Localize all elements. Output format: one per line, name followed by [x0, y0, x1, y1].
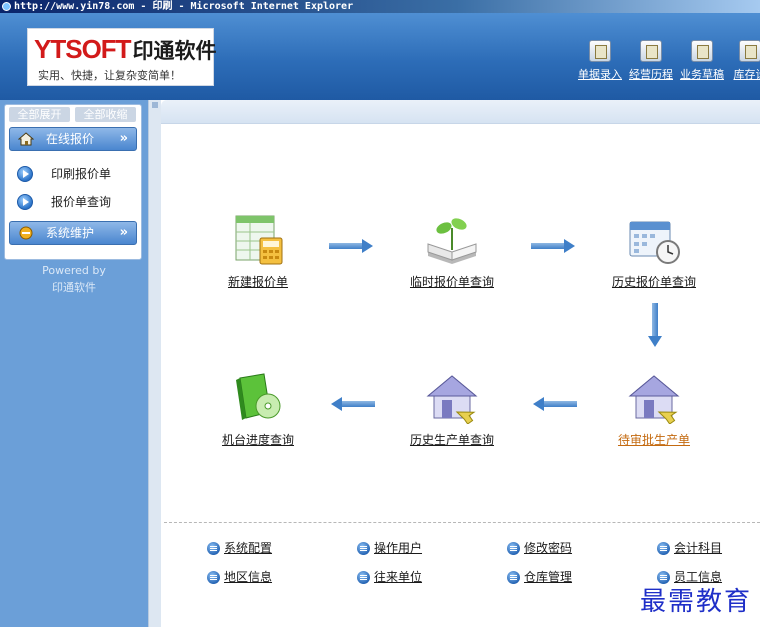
arrow-right-icon — [531, 239, 575, 253]
quick-link-region-info[interactable]: 地区信息 — [207, 568, 272, 586]
flow-node-label[interactable]: 历史生产单查询 — [410, 431, 494, 448]
app-header: YTSOFT印通软件 实用、快捷，让复杂变简单！ 单据录入 经营历程 业务草稿 … — [0, 13, 760, 100]
sidebar-group-system-maintenance[interactable]: 系统维护 » — [9, 221, 137, 245]
quick-link-operators[interactable]: 操作用户 — [357, 539, 422, 557]
toolbar-business-history[interactable]: 经营历程 — [627, 40, 675, 82]
flow-node-machine-progress[interactable]: 机台进度查询 — [203, 372, 313, 448]
chevron-right-icon: » — [119, 225, 128, 240]
toolbar-document-entry[interactable]: 单据录入 — [576, 40, 624, 82]
quick-link-change-password[interactable]: 修改密码 — [507, 539, 572, 557]
main-content: 新建报价单 临时报价单查询 历史报价单查询 待审批生产单 历史生产单查询 机台进… — [161, 100, 760, 627]
arrow-down-icon — [648, 303, 662, 347]
spreadsheet-calculator-icon — [235, 215, 283, 265]
toolbar-label[interactable]: 单据录入 — [576, 66, 624, 82]
quick-link-warehouse[interactable]: 仓库管理 — [507, 568, 572, 586]
content-header-bar — [161, 100, 760, 124]
toolbar-label[interactable]: 业务草稿 — [678, 66, 726, 82]
sidebar-group-label: 系统维护 — [46, 226, 95, 240]
list-circle-icon — [507, 571, 520, 584]
home-icon — [18, 132, 34, 146]
flow-node-new-quote[interactable]: 新建报价单 — [203, 214, 313, 290]
logo: YTSOFT印通软件 实用、快捷，让复杂变简单！ — [27, 28, 217, 86]
sidebar-item-label: 报价单查询 — [51, 195, 112, 209]
list-circle-icon — [357, 542, 370, 555]
calculator-icon — [640, 40, 662, 62]
sidebar-group-online-quote[interactable]: 在线报价 » — [9, 127, 137, 151]
logo-slogan: 实用、快捷，让复杂变简单！ — [38, 69, 181, 82]
play-circle-icon — [17, 194, 33, 210]
list-circle-icon — [207, 571, 220, 584]
house-arrow-icon — [426, 375, 478, 425]
house-arrow-icon — [628, 375, 680, 425]
splitter-grip[interactable] — [152, 102, 158, 108]
quick-link-partners[interactable]: 往来单位 — [357, 568, 422, 586]
arrow-right-icon — [329, 239, 373, 253]
logo-brand: YTSOFT — [34, 34, 132, 64]
flow-node-history-production-query[interactable]: 历史生产单查询 — [397, 372, 507, 448]
logo-brand-cn: 印通软件 — [132, 40, 217, 63]
flow-node-history-quote-query[interactable]: 历史报价单查询 — [599, 214, 709, 290]
toolbar-label[interactable]: 经营历程 — [627, 66, 675, 82]
collapse-all-button[interactable]: 全部收缩 — [75, 107, 136, 122]
sidebar-panel: 全部展开 全部收缩 在线报价 » 印刷报价单 报价单查询 系统维护 » — [4, 104, 142, 260]
sidebar-splitter[interactable] — [148, 100, 161, 627]
green-disc-box-icon — [236, 373, 281, 420]
arrow-left-icon — [533, 397, 577, 411]
quick-link-accounting-subjects[interactable]: 会计科目 — [657, 539, 722, 557]
chevron-right-icon: » — [119, 131, 128, 146]
pen-document-icon — [589, 40, 611, 62]
flow-node-label[interactable]: 待审批生产单 — [618, 431, 690, 448]
open-book-sprout-icon — [427, 218, 477, 264]
ie-icon — [2, 2, 11, 11]
flow-node-label[interactable]: 历史报价单查询 — [612, 273, 696, 290]
toolbar-label[interactable]: 库存设 — [726, 66, 760, 82]
quick-link-system-config[interactable]: 系统配置 — [207, 539, 272, 557]
arrow-left-icon — [331, 397, 375, 411]
powered-by: Powered by 印通软件 — [42, 264, 106, 294]
flow-node-label[interactable]: 新建报价单 — [228, 273, 288, 290]
notepad-icon — [691, 40, 713, 62]
list-circle-icon — [507, 542, 520, 555]
sidebar-item-print-quote[interactable]: 印刷报价单 — [13, 163, 137, 185]
watermark-text: 最需教育 — [640, 587, 753, 617]
calendar-clock-icon — [629, 221, 680, 264]
section-divider — [164, 522, 760, 523]
play-circle-icon — [17, 166, 33, 182]
sidebar: 全部展开 全部收缩 在线报价 » 印刷报价单 报价单查询 系统维护 » Powe… — [0, 100, 148, 627]
flow-node-pending-production[interactable]: 待审批生产单 — [599, 372, 709, 448]
list-circle-icon — [357, 571, 370, 584]
bar-chart-icon — [739, 40, 760, 62]
toolbar-inventory[interactable]: 库存设 — [726, 40, 760, 82]
list-circle-icon — [657, 542, 670, 555]
toolbar-drafts[interactable]: 业务草稿 — [678, 40, 726, 82]
wrench-icon — [19, 226, 33, 240]
flow-node-label[interactable]: 临时报价单查询 — [410, 273, 494, 290]
sidebar-item-quote-query[interactable]: 报价单查询 — [13, 191, 137, 213]
sidebar-group-label: 在线报价 — [46, 132, 95, 146]
flow-node-temp-quote-query[interactable]: 临时报价单查询 — [397, 214, 507, 290]
sidebar-item-label: 印刷报价单 — [51, 167, 112, 181]
flow-node-label[interactable]: 机台进度查询 — [222, 431, 294, 448]
window-title-bar: http://www.yin78.com - 印刷 - Microsoft In… — [0, 0, 760, 13]
expand-all-button[interactable]: 全部展开 — [9, 107, 70, 122]
window-title: http://www.yin78.com - 印刷 - Microsoft In… — [14, 1, 354, 12]
list-circle-icon — [207, 542, 220, 555]
